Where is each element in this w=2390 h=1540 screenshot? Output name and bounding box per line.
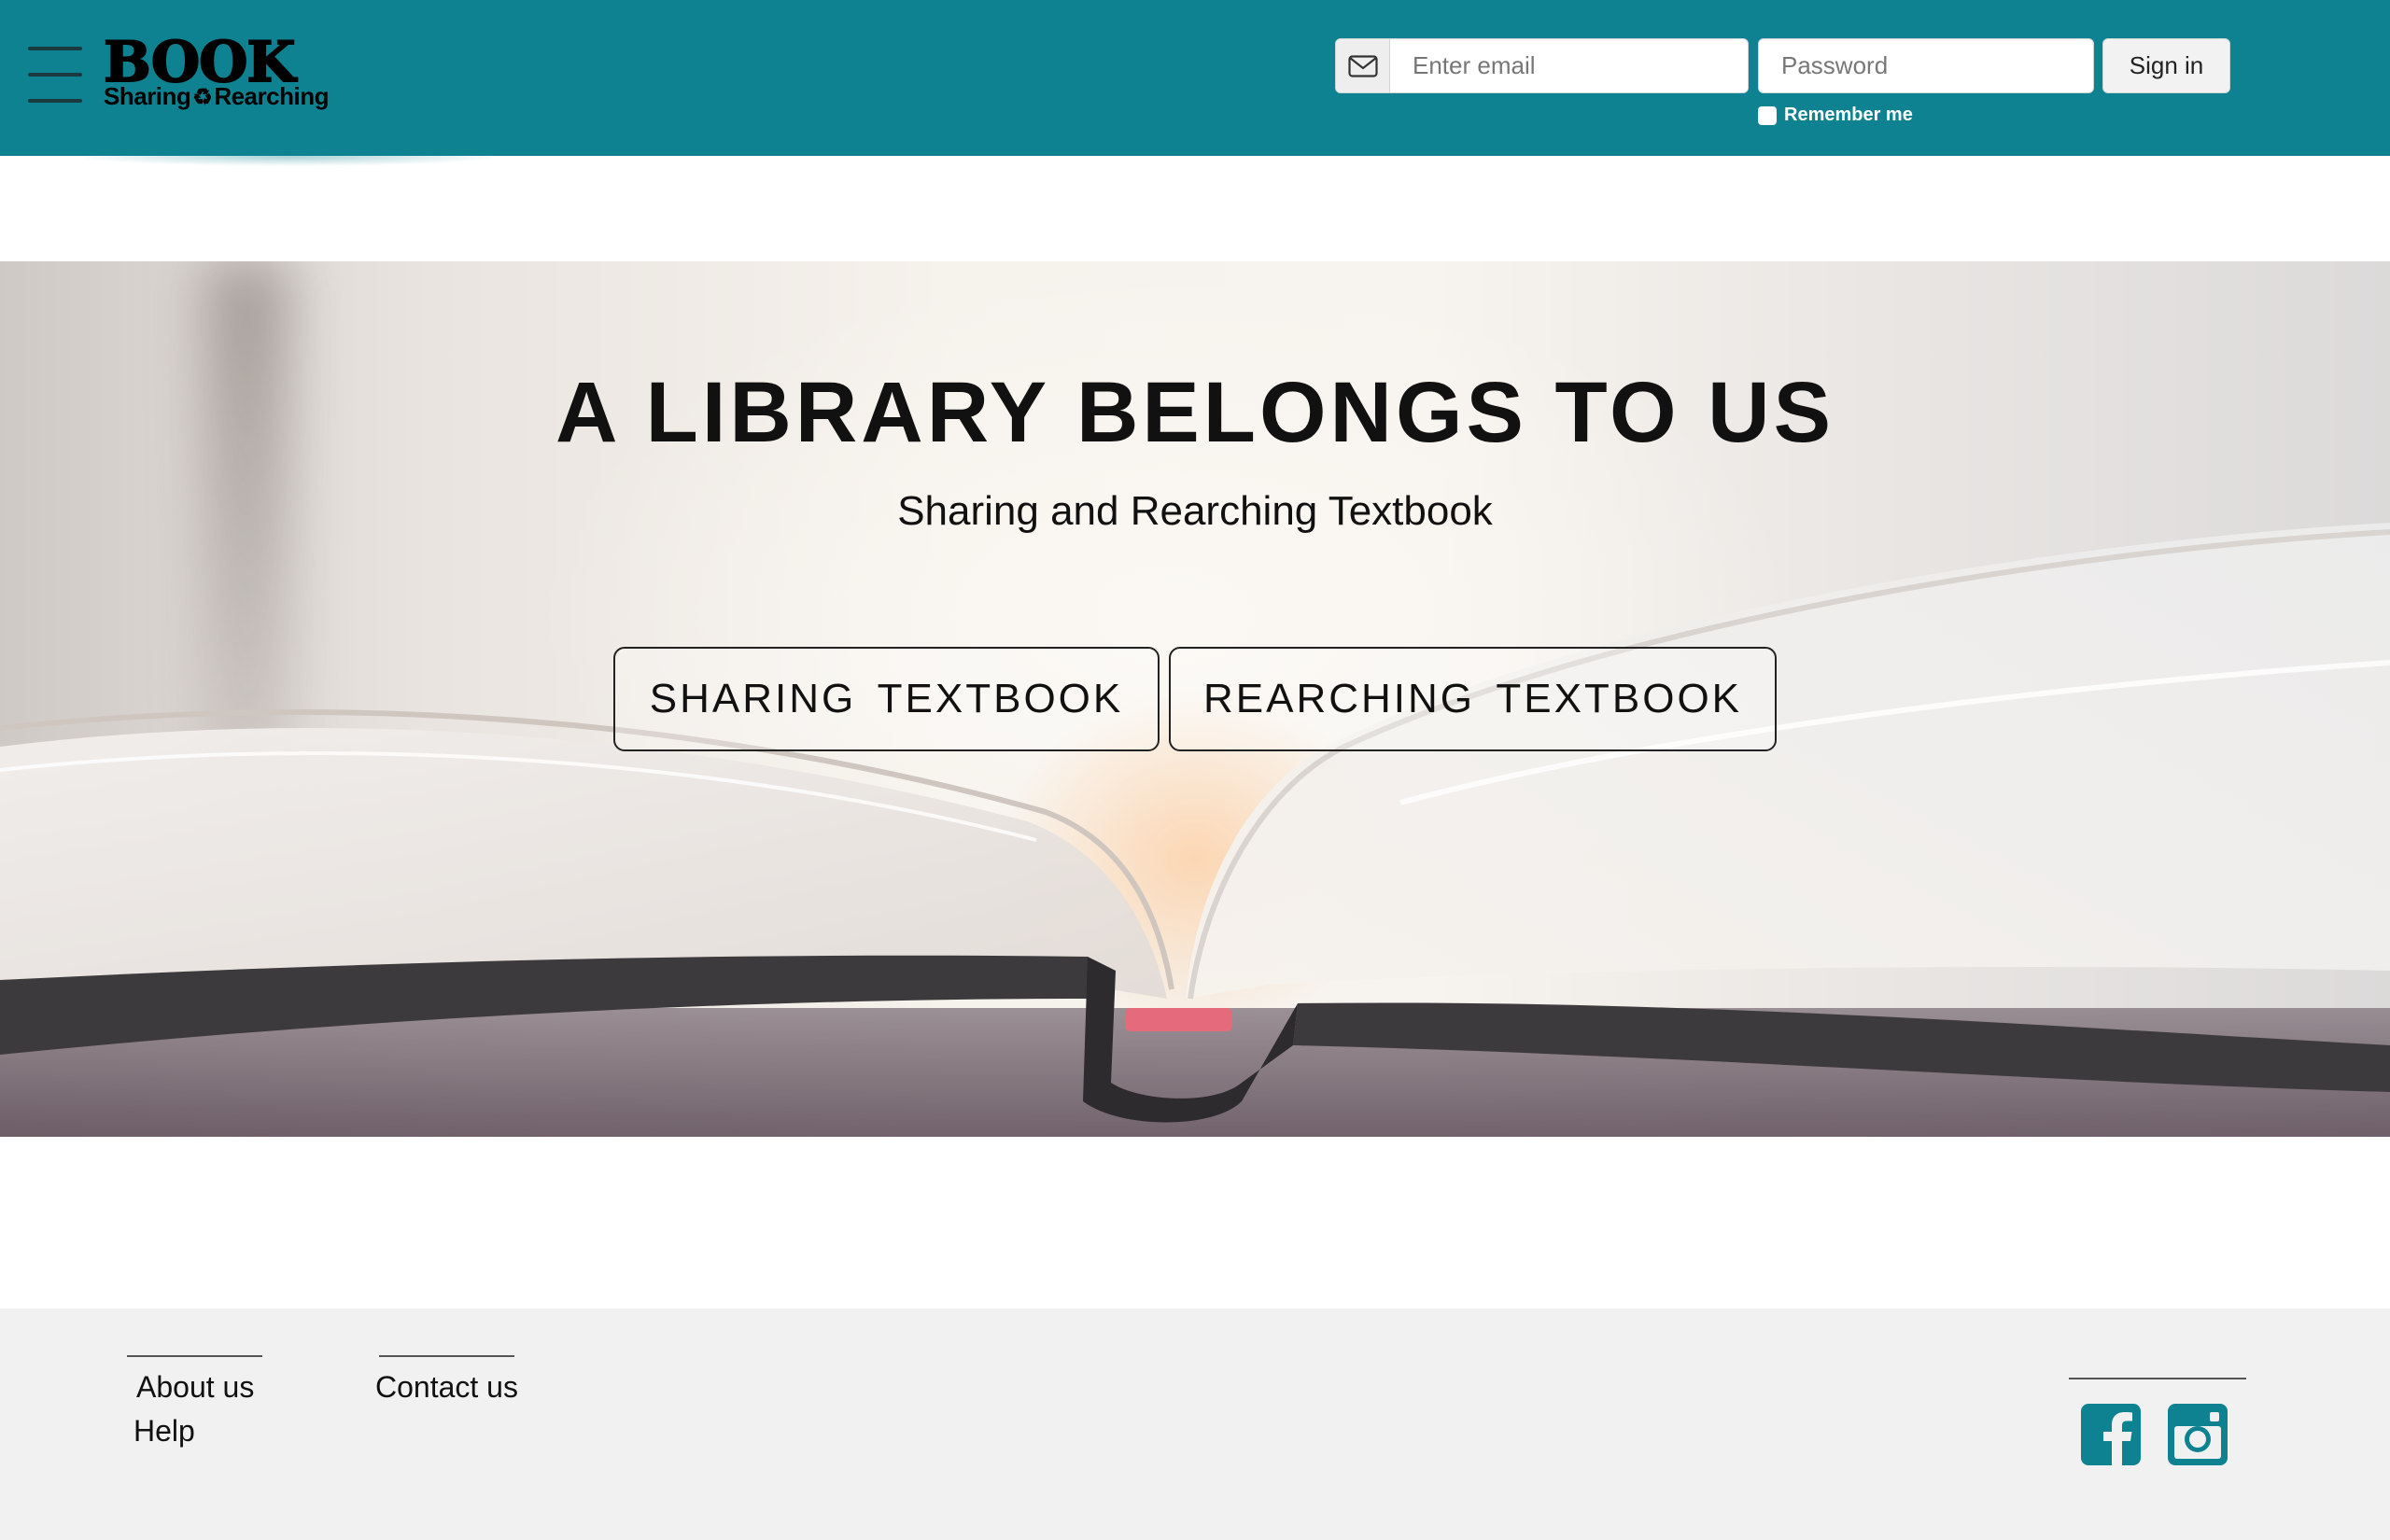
menu-icon[interactable] [28,47,82,105]
remember-me-checkbox[interactable] [1758,105,1777,125]
logo-subtitle: Sharing♻Rearching [104,82,329,110]
rearching-textbook-button[interactable]: REARCHING TEXTBOOK [1169,647,1777,751]
instagram-icon[interactable] [2168,1404,2228,1465]
footer-divider [127,1355,262,1357]
envelope-icon [1336,39,1390,92]
contact-us-link[interactable]: Contact us [375,1370,518,1405]
about-us-link[interactable]: About us [136,1370,254,1405]
email-input[interactable] [1390,39,1748,92]
hero-title: A LIBRARY BELONGS TO US [555,365,1835,460]
footer: About us Help Contact us [0,1309,2390,1540]
remember-me: Remember me [1758,105,1913,126]
sign-in-button[interactable]: Sign in [2102,38,2230,93]
sharing-textbook-button[interactable]: SHARING TEXTBOOK [613,647,1160,751]
hero-banner: A LIBRARY BELONGS TO US Sharing and Rear… [0,261,2390,1137]
help-link[interactable]: Help [134,1414,195,1449]
top-navbar: BOOK Sharing♻Rearching Sign in Remember … [0,0,2390,156]
footer-divider [379,1355,514,1357]
hero-subtitle: Sharing and Rearching Textbook [897,488,1493,534]
header-shadow [75,147,504,166]
email-input-group [1335,38,1749,93]
footer-divider [2069,1378,2246,1379]
facebook-icon[interactable] [2081,1404,2141,1465]
recycle-icon: ♻ [192,85,213,110]
remember-me-label: Remember me [1784,105,1913,125]
site-logo[interactable]: BOOK Sharing♻Rearching [103,29,337,112]
password-input[interactable] [1758,38,2094,93]
